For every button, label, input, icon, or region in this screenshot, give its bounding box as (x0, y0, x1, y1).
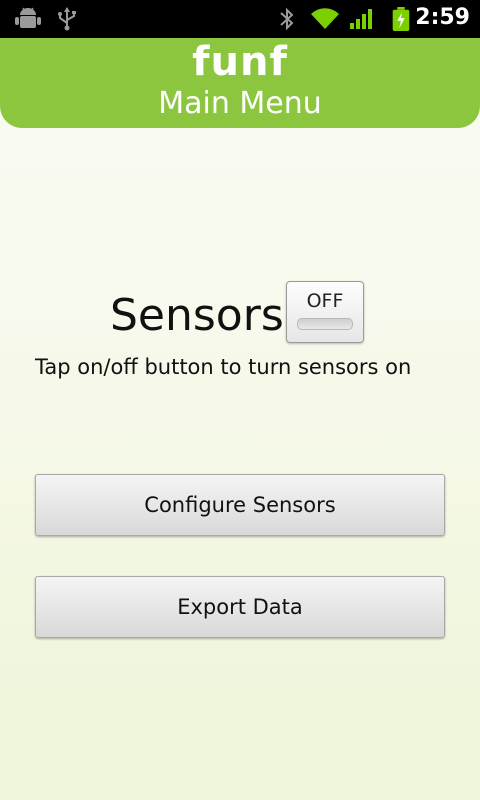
android-debug-icon (15, 7, 41, 28)
bluetooth-icon (280, 7, 294, 31)
clock: 2:59 (415, 5, 470, 30)
sensors-label: Sensors (110, 290, 284, 341)
sensors-toggle-button[interactable]: OFF (286, 281, 364, 343)
battery-charging-icon (392, 7, 410, 31)
app-logo: funf (192, 39, 288, 85)
app-header: funf Main Menu (0, 38, 480, 128)
wifi-icon (311, 8, 339, 30)
sensors-hint-text: Tap on/off button to turn sensors on (35, 355, 412, 379)
toggle-indicator (297, 318, 353, 330)
usb-icon (58, 7, 76, 31)
export-data-button[interactable]: Export Data (35, 576, 445, 638)
status-bar: 2:59 (0, 0, 480, 38)
signal-icon (350, 9, 372, 29)
page-title: Main Menu (158, 86, 322, 121)
configure-sensors-button[interactable]: Configure Sensors (35, 474, 445, 536)
toggle-state-label: OFF (306, 290, 344, 312)
